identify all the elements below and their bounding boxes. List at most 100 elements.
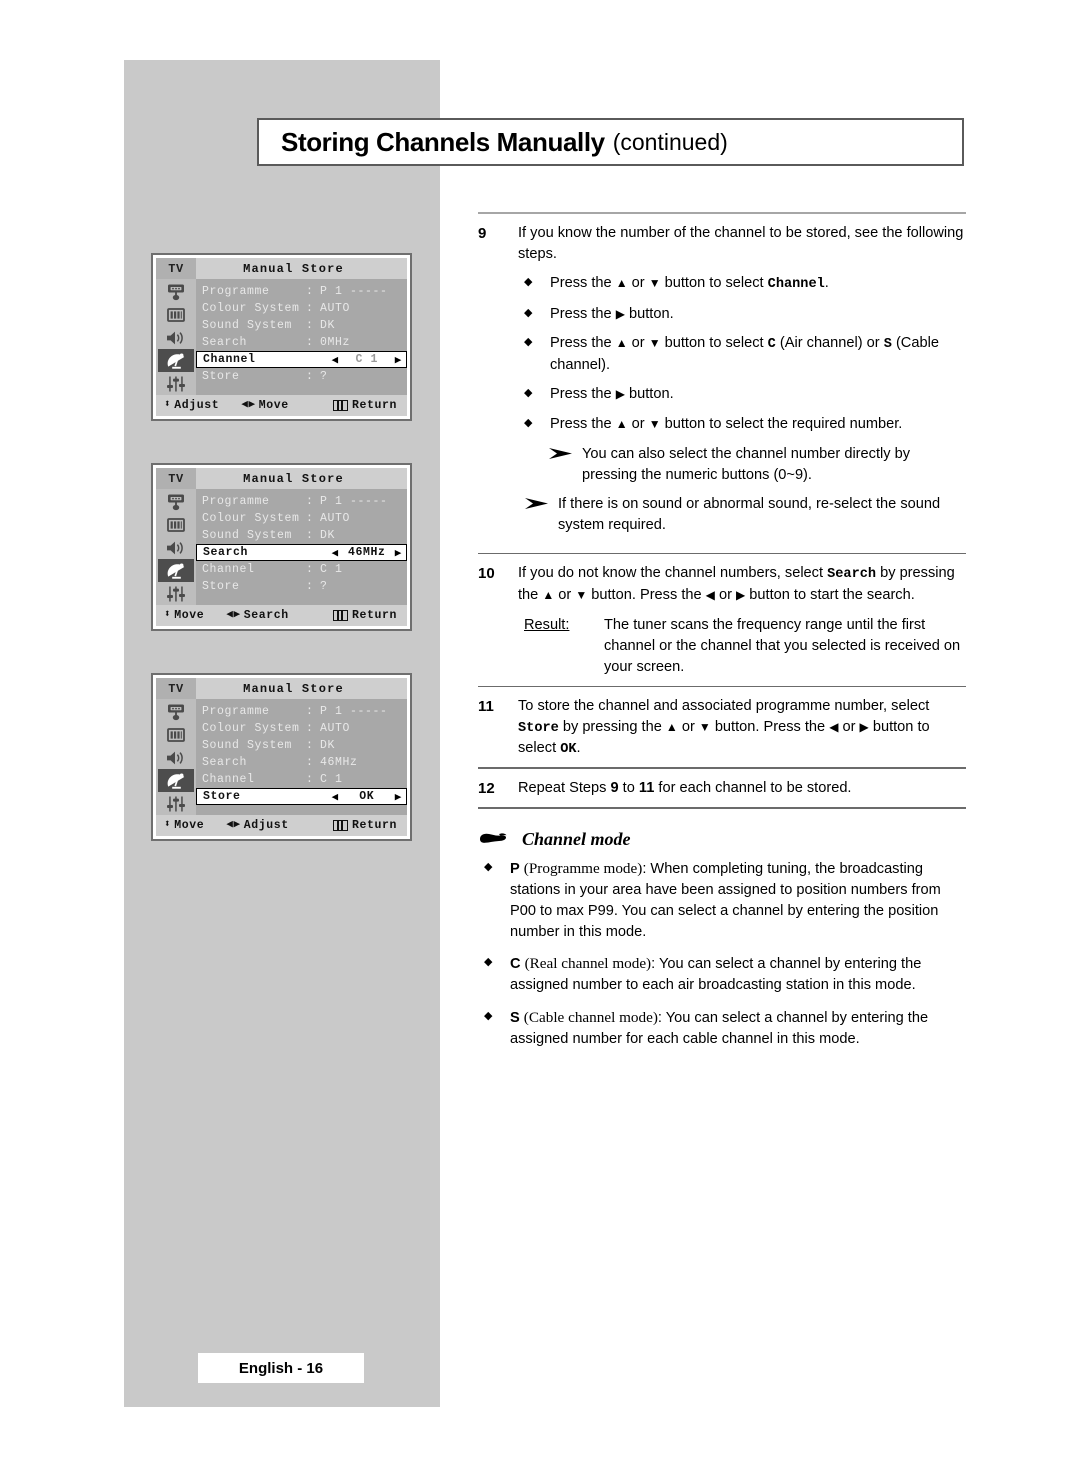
osd-footer-hint: ⬍ Move (164, 609, 204, 622)
osd-row-label: Channel (202, 773, 255, 786)
osd-row-value: ? (320, 370, 328, 383)
osd-footer-hint: Return (332, 819, 397, 832)
step-9-bullet-text: Press the ▶ button. (550, 386, 674, 403)
left-arrow-icon[interactable]: ◀ (332, 790, 339, 804)
picture-bars-icon[interactable] (158, 304, 194, 327)
channel-satellite-dish-icon[interactable] (158, 559, 194, 583)
osd-row[interactable]: Search:46MHz (196, 754, 407, 771)
osd-header: TV Manual Store (156, 258, 407, 279)
channel-mode-key: P (510, 861, 520, 878)
osd-row[interactable]: Colour System: AUTO (196, 720, 407, 737)
diamond-bullet-icon: ◆ (524, 417, 533, 430)
osd-row-value: AUTO (320, 722, 351, 735)
diamond-bullet-icon: ◆ (524, 387, 533, 400)
channel-mode-paren: (Real channel mode) (524, 955, 652, 973)
osd-row[interactable]: Search:0MHz (196, 334, 407, 351)
osd-row-label: Sound System (202, 529, 293, 542)
osd-row-selected[interactable]: Channel ◀ C 1 ▶ (196, 351, 407, 368)
osd-row-selected[interactable]: Search ◀ 46MHz ▶ (196, 544, 407, 561)
osd-row[interactable]: Channel: C 1 (196, 561, 407, 578)
picture-monitor-icon[interactable] (158, 281, 194, 304)
divider-above-step-12 (478, 767, 966, 770)
osd-row[interactable]: Sound System: DK (196, 737, 407, 754)
picture-bars-icon[interactable] (158, 514, 194, 537)
picture-monitor-icon[interactable] (158, 491, 194, 514)
setup-sliders-icon[interactable] (158, 582, 194, 605)
osd-row-value: 46MHz (348, 546, 386, 559)
step-10-result: Result: The tuner scans the frequency ra… (518, 615, 966, 677)
right-arrow-icon[interactable]: ▶ (395, 790, 402, 804)
step-9-bullet: ◆ Press the ▲ or ▼ button to select C (Ai… (518, 333, 966, 375)
osd-row-label: Search (203, 546, 249, 559)
channel-mode-item: ◆ C (Real channel mode): You can select a… (484, 953, 966, 995)
right-arrow-icon[interactable]: ▶ (395, 353, 402, 367)
setup-sliders-icon[interactable] (158, 372, 194, 395)
step-11: 11 To store the channel and associated p… (478, 696, 966, 759)
step-9-bullet: ◆ Press the ▲ or ▼ button to select Chann… (518, 273, 966, 294)
instructions-column: 9 If you know the number of the channel … (478, 212, 966, 1060)
osd-row[interactable]: Store:? (196, 578, 407, 595)
sound-speaker-icon[interactable] (158, 747, 194, 770)
osd-icon-rail (156, 489, 196, 605)
osd-row-label: Colour System (202, 302, 300, 315)
channel-mode-item-text: P (Programme mode): When completing tuni… (510, 858, 966, 942)
osd-row-value: AUTO (320, 512, 351, 525)
osd-row-label: Channel (202, 563, 255, 576)
step-10-text: If you do not know the channel numbers, … (518, 565, 955, 603)
osd-source-tab: TV (156, 678, 196, 699)
osd-row-selected[interactable]: Store ◀ OK ▶ (196, 788, 407, 805)
left-arrow-icon[interactable]: ◀ (332, 353, 339, 367)
osd-row[interactable]: Colour System: AUTO (196, 300, 407, 317)
osd-header: TV Manual Store (156, 678, 407, 699)
osd-row[interactable]: Sound System: DK (196, 527, 407, 544)
channel-satellite-dish-icon[interactable] (158, 349, 194, 373)
osd-source-tab: TV (156, 468, 196, 489)
picture-monitor-icon[interactable] (158, 701, 194, 724)
osd-row[interactable]: Channel: C 1 (196, 771, 407, 788)
osd-row-value: C 1 (320, 773, 343, 786)
osd-row[interactable]: Programme: P 1 ----- (196, 493, 407, 510)
sound-speaker-icon[interactable] (158, 327, 194, 350)
osd-header: TV Manual Store (156, 468, 407, 489)
left-arrow-icon[interactable]: ◀ (332, 546, 339, 560)
osd-row-value: DK (320, 319, 336, 332)
up-down-arrow-icon: ⬍ (164, 399, 172, 411)
osd-row-label: Programme (202, 495, 270, 508)
osd-row-label: Colour System (202, 722, 300, 735)
step-9-bullets: ◆ Press the ▲ or ▼ button to select Chann… (518, 273, 966, 434)
osd-row[interactable]: Programme: P 1 ----- (196, 703, 407, 720)
pointing-hand-icon (478, 830, 522, 850)
osd-row[interactable]: Colour System: AUTO (196, 510, 407, 527)
osd-row-label: Store (202, 370, 240, 383)
step-9-note-1-text: You can also select the channel number d… (582, 445, 911, 483)
osd-icon-rail (156, 279, 196, 395)
osd-row[interactable]: Programme: P 1 ----- (196, 283, 407, 300)
osd-row-separator: : (306, 336, 314, 349)
osd-row-separator: : (306, 705, 314, 718)
osd-row[interactable]: Sound System: DK (196, 317, 407, 334)
osd-row-value: P 1 ----- (320, 285, 388, 298)
osd-row[interactable]: Store:? (196, 368, 407, 385)
osd-footer-hint-label: Return (351, 399, 397, 412)
channel-satellite-dish-icon[interactable] (158, 769, 194, 793)
step-12-text: Repeat Steps 9 to 11 for each channel to… (518, 780, 852, 797)
osd-row-value: DK (320, 529, 336, 542)
osd-row-label: Channel (203, 353, 256, 366)
channel-mode-paren: (Cable channel mode) (523, 1008, 658, 1026)
left-right-arrow-icon: ◀▶ (241, 399, 256, 411)
osd-row-separator: : (306, 722, 314, 735)
arrow-note-icon (548, 444, 582, 485)
osd-row-separator: : (306, 319, 314, 332)
page-title-continued: (continued) (612, 128, 728, 155)
osd-row-label: Programme (202, 285, 270, 298)
osd-row-list: Programme: P 1 ----- Colour System: AUTO Sou… (196, 699, 407, 815)
channel-mode-heading: Channel mode (478, 827, 966, 853)
picture-bars-icon[interactable] (158, 724, 194, 747)
osd-row-value: P 1 ----- (320, 495, 388, 508)
osd-row-value: OK (359, 790, 375, 803)
setup-sliders-icon[interactable] (158, 792, 194, 815)
sound-speaker-icon[interactable] (158, 537, 194, 560)
osd-footer: ⬍ Move ◀▶ Adjust Return (156, 815, 407, 836)
right-arrow-icon[interactable]: ▶ (395, 546, 402, 560)
diamond-bullet-icon: ◆ (524, 336, 533, 349)
